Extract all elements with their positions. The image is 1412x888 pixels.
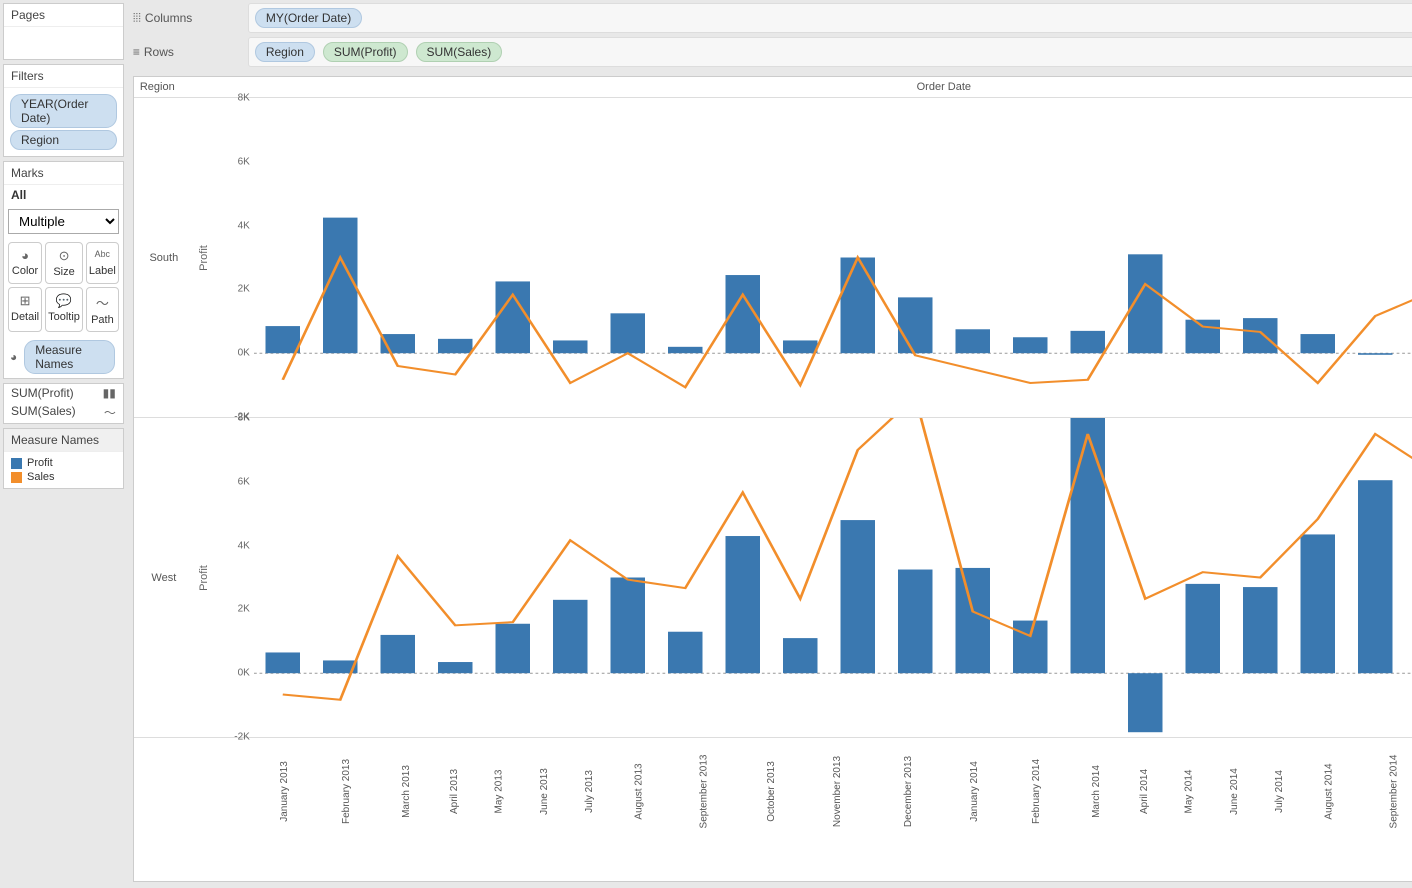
legend-header: Measure Names <box>4 429 123 452</box>
legend-swatch <box>11 458 22 469</box>
profit-axis-label: Profit <box>198 565 210 591</box>
legend-item[interactable]: Profit <box>11 456 116 470</box>
x-axis-label: February 2013 <box>314 738 379 843</box>
y-tick-left: 0K <box>238 668 250 679</box>
filters-panel: Filters YEAR(Order Date)Region <box>3 64 124 157</box>
filters-header: Filters <box>4 65 123 88</box>
region-col-header: Region <box>134 77 194 97</box>
region-label: West <box>134 418 194 737</box>
rows-shelf[interactable]: ≡Rows RegionSUM(Profit)SUM(Sales) <box>133 37 1412 67</box>
x-axis-label: September 2013 <box>667 738 741 843</box>
y-tick-left: 2K <box>238 284 250 295</box>
y-tick-left: 4K <box>238 220 250 231</box>
marks-color-pill[interactable]: Measure Names <box>24 340 115 374</box>
plot-area[interactable] <box>254 418 1412 737</box>
marks-btn-tooltip[interactable]: 💬Tooltip <box>45 287 83 332</box>
marks-measure-row[interactable]: SUM(Sales)〜 <box>4 402 123 423</box>
pages-panel: Pages <box>3 3 124 60</box>
detail-icon: ⊞ <box>11 293 39 309</box>
legend-panel: Measure Names ProfitSales <box>3 428 124 489</box>
x-axis-label: May 2013 <box>477 738 521 843</box>
x-axis-label: January 2013 <box>254 738 315 843</box>
tooltip-icon: 💬 <box>48 293 80 309</box>
marks-measure-row[interactable]: SUM(Profit)▮▮ <box>4 384 123 402</box>
row-pill[interactable]: SUM(Sales) <box>416 42 503 62</box>
color-icon: ◕ <box>10 350 17 364</box>
x-axis-label: February 2014 <box>1004 738 1069 843</box>
x-axis-label: September 2014 <box>1357 738 1412 843</box>
label-icon: ᴬᵇᶜ <box>89 248 116 263</box>
marks-all[interactable]: All <box>4 185 123 205</box>
path-icon: 〜 <box>89 293 116 312</box>
columns-shelf[interactable]: ⦙⦙⦙Columns MY(Order Date) <box>133 3 1412 33</box>
filter-pill[interactable]: YEAR(Order Date) <box>10 94 117 128</box>
color-icon: ◕ <box>11 248 39 263</box>
filter-pill[interactable]: Region <box>10 130 117 150</box>
columns-icon: ⦙⦙⦙ <box>133 11 141 26</box>
region-label: South <box>134 98 194 417</box>
row-pill[interactable]: SUM(Profit) <box>323 42 408 62</box>
x-axis-label: March 2014 <box>1070 738 1123 843</box>
marks-btn-path[interactable]: 〜Path <box>86 287 119 332</box>
x-axis-label: August 2014 <box>1301 738 1357 843</box>
x-axis-label: January 2014 <box>944 738 1005 843</box>
y-tick-left: 2K <box>238 604 250 615</box>
marks-btn-detail[interactable]: ⊞Detail <box>8 287 42 332</box>
marks-type-select[interactable]: Multiple <box>8 209 119 234</box>
x-axis-label: June 2013 <box>521 738 568 843</box>
legend-swatch <box>11 472 22 483</box>
x-axis-label: March 2013 <box>380 738 433 843</box>
x-axis-label: November 2013 <box>802 738 873 843</box>
visualization: Region Order Date South Profit -2K 0K 2K 4K 6K… <box>133 76 1412 882</box>
y-tick-left: 0K <box>238 348 250 359</box>
plot-area[interactable] <box>254 98 1412 417</box>
column-pill[interactable]: MY(Order Date) <box>255 8 362 28</box>
chart-panel-south: SouthProfit-2K0K2K4K6K8K0K10K20K30KSales <box>134 98 1412 418</box>
rows-icon: ≡ <box>133 45 140 59</box>
line-icon: 〜 <box>104 404 116 421</box>
x-axis-label: April 2013 <box>432 738 477 843</box>
x-axis-label: July 2014 <box>1258 738 1301 843</box>
y-tick-left: 6K <box>238 156 250 167</box>
pages-header: Pages <box>4 4 123 27</box>
marks-panel: Marks All Multiple ◕Color⊙SizeᴬᵇᶜLabel ⊞D… <box>3 161 124 379</box>
x-axis-label: April 2014 <box>1122 738 1167 843</box>
x-axis-label: July 2013 <box>568 738 611 843</box>
y-tick-left: 8K <box>238 413 250 424</box>
profit-axis-label: Profit <box>198 245 210 271</box>
marks-header: Marks <box>4 162 123 185</box>
y-tick-left: 4K <box>238 540 250 551</box>
x-axis-label: August 2013 <box>611 738 667 843</box>
size-icon: ⊙ <box>48 248 80 264</box>
x-axis-label: October 2013 <box>741 738 802 843</box>
y-tick-left: 8K <box>238 93 250 104</box>
marks-measures: SUM(Profit)▮▮SUM(Sales)〜 <box>3 383 124 424</box>
orderdate-col-header: Order Date <box>254 77 1412 97</box>
x-axis-label: June 2014 <box>1211 738 1258 843</box>
marks-btn-label[interactable]: ᴬᵇᶜLabel <box>86 242 119 284</box>
marks-btn-size[interactable]: ⊙Size <box>45 242 83 284</box>
row-pill[interactable]: Region <box>255 42 315 62</box>
y-tick-left: 6K <box>238 476 250 487</box>
y-tick-left: -2K <box>234 732 250 743</box>
chart-panel-west: WestProfit-2K0K2K4K6K8K0K10K20K30KSales <box>134 418 1412 738</box>
legend-item[interactable]: Sales <box>11 470 116 484</box>
x-axis-label: May 2014 <box>1167 738 1211 843</box>
x-axis-label: December 2013 <box>873 738 944 843</box>
marks-btn-color[interactable]: ◕Color <box>8 242 42 284</box>
bar-icon: ▮▮ <box>103 386 116 400</box>
